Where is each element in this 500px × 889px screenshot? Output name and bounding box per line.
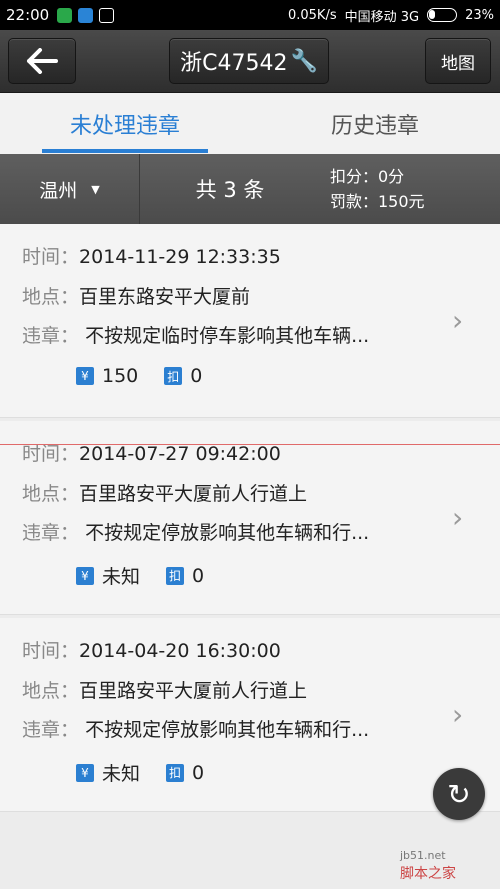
time-value: 2014-11-29 12:33:35 bbox=[79, 246, 281, 268]
penalty-badges: ¥ 未知 扣 0 bbox=[76, 562, 204, 589]
active-tab-indicator bbox=[42, 149, 208, 153]
violation-value: 不按规定停放影响其他车辆和行... bbox=[85, 522, 370, 544]
arrow-left-icon bbox=[27, 48, 58, 74]
divider-line bbox=[0, 444, 500, 445]
watermark-text: 脚本之家 bbox=[400, 866, 456, 882]
fine-total: 罚款：150元 bbox=[330, 192, 425, 211]
battery-icon bbox=[427, 8, 458, 22]
carrier-label: 中国移动 3G bbox=[344, 9, 420, 25]
points-icon: 扣 bbox=[164, 367, 183, 385]
plate-number: 浙C47542 bbox=[180, 51, 288, 76]
penalty-badges: ¥ 150 扣 0 bbox=[76, 365, 202, 387]
tab-history[interactable]: 历史违章 bbox=[250, 93, 500, 154]
violation-desc: 违章： 不按规定停放影响其他车辆和行... bbox=[22, 518, 422, 545]
fine-value: 150 bbox=[102, 365, 139, 387]
violation-time: 时间：2014-11-29 12:33:35 bbox=[22, 242, 281, 269]
time-label: 时间： bbox=[22, 246, 80, 268]
points-value: 0 bbox=[192, 761, 205, 784]
violation-place: 地点：百里路安平大厦前人行道上 bbox=[22, 479, 307, 506]
fine-value: 未知 bbox=[102, 763, 141, 785]
violation-item[interactable]: 时间：2014-04-20 16:30:00 地点：百里路安平大厦前人行道上 违… bbox=[0, 618, 500, 812]
city-dropdown[interactable]: 温州 ▼ bbox=[0, 154, 140, 224]
money-icon: ¥ bbox=[76, 367, 94, 385]
refresh-button[interactable]: ↻ bbox=[433, 768, 485, 820]
violation-time: 时间：2014-04-20 16:30:00 bbox=[22, 636, 281, 663]
watermark-site: jb51.net bbox=[400, 849, 446, 862]
points-total: 扣分：0分 bbox=[330, 167, 405, 186]
city-label: 温州 bbox=[39, 179, 78, 202]
tab-unprocessed[interactable]: 未处理违章 bbox=[0, 93, 250, 154]
tab-bar: 未处理违章 历史违章 bbox=[0, 93, 500, 154]
toolbar: 浙C47542 🔧 地图 bbox=[0, 30, 500, 93]
place-value: 百里路安平大厦前人行道上 bbox=[79, 483, 308, 505]
watermark: jb51.net 脚本之家 bbox=[400, 847, 456, 883]
points-value: 0 bbox=[190, 365, 203, 387]
money-icon: ¥ bbox=[76, 763, 94, 782]
violation-desc: 违章： 不按规定停放影响其他车辆和行... bbox=[22, 715, 422, 742]
penalty-summary: 扣分：0分 罚款：150元 bbox=[330, 164, 425, 214]
violation-label: 违章： bbox=[22, 325, 80, 347]
total-count: 共 3 条 bbox=[195, 178, 265, 202]
chevron-right-icon: › bbox=[452, 501, 464, 534]
points-icon: 扣 bbox=[166, 566, 185, 585]
map-button[interactable]: 地图 bbox=[425, 38, 491, 84]
back-button[interactable] bbox=[8, 38, 76, 84]
violation-label: 违章： bbox=[22, 719, 80, 741]
place-value: 百里路安平大厦前人行道上 bbox=[79, 680, 308, 702]
money-icon: ¥ bbox=[76, 566, 94, 585]
time-value: 2014-04-20 16:30:00 bbox=[79, 640, 281, 662]
fine-value: 未知 bbox=[102, 566, 141, 588]
battery-level: 23% bbox=[465, 7, 494, 23]
network-speed: 0.05K/s bbox=[287, 7, 337, 23]
time-label: 时间： bbox=[22, 443, 80, 465]
points-value: 0 bbox=[192, 564, 205, 587]
time-value: 2014-07-27 09:42:00 bbox=[79, 443, 281, 465]
violation-value: 不按规定停放影响其他车辆和行... bbox=[85, 719, 370, 741]
app-notification-icon bbox=[99, 7, 115, 23]
app-notification-icon bbox=[57, 7, 73, 23]
chevron-right-icon: › bbox=[452, 304, 464, 337]
refresh-icon: ↻ bbox=[447, 777, 471, 811]
place-label: 地点： bbox=[22, 483, 80, 505]
summary-bar: 温州 ▼ 共 3 条 扣分：0分 罚款：150元 bbox=[0, 154, 500, 224]
place-label: 地点： bbox=[22, 680, 80, 702]
place-value: 百里东路安平大厦前 bbox=[79, 286, 251, 308]
violation-item[interactable]: 时间：2014-11-29 12:33:35 地点：百里东路安平大厦前 违章： … bbox=[0, 224, 500, 418]
app-notification-icon bbox=[78, 7, 94, 23]
wrench-icon: 🔧 bbox=[290, 48, 318, 74]
time-label: 时间： bbox=[22, 640, 80, 662]
violation-label: 违章： bbox=[22, 522, 80, 544]
place-label: 地点： bbox=[22, 286, 80, 308]
violation-place: 地点：百里路安平大厦前人行道上 bbox=[22, 676, 307, 703]
chevron-down-icon: ▼ bbox=[91, 182, 100, 196]
violation-item[interactable]: 时间：2014-07-27 09:42:00 地点：百里路安平大厦前人行道上 违… bbox=[0, 421, 500, 615]
status-time: 22:00 bbox=[6, 6, 50, 24]
violation-desc: 违章： 不按规定临时停车影响其他车辆... bbox=[22, 321, 422, 348]
status-bar: 22:00 0.05K/s 中国移动 3G 23% bbox=[0, 0, 500, 30]
plate-selector-button[interactable]: 浙C47542 🔧 bbox=[169, 38, 329, 84]
violation-value: 不按规定临时停车影响其他车辆... bbox=[85, 325, 370, 347]
violation-place: 地点：百里东路安平大厦前 bbox=[22, 282, 250, 309]
penalty-badges: ¥ 未知 扣 0 bbox=[76, 759, 204, 786]
chevron-right-icon: › bbox=[452, 698, 464, 731]
points-icon: 扣 bbox=[166, 763, 185, 782]
